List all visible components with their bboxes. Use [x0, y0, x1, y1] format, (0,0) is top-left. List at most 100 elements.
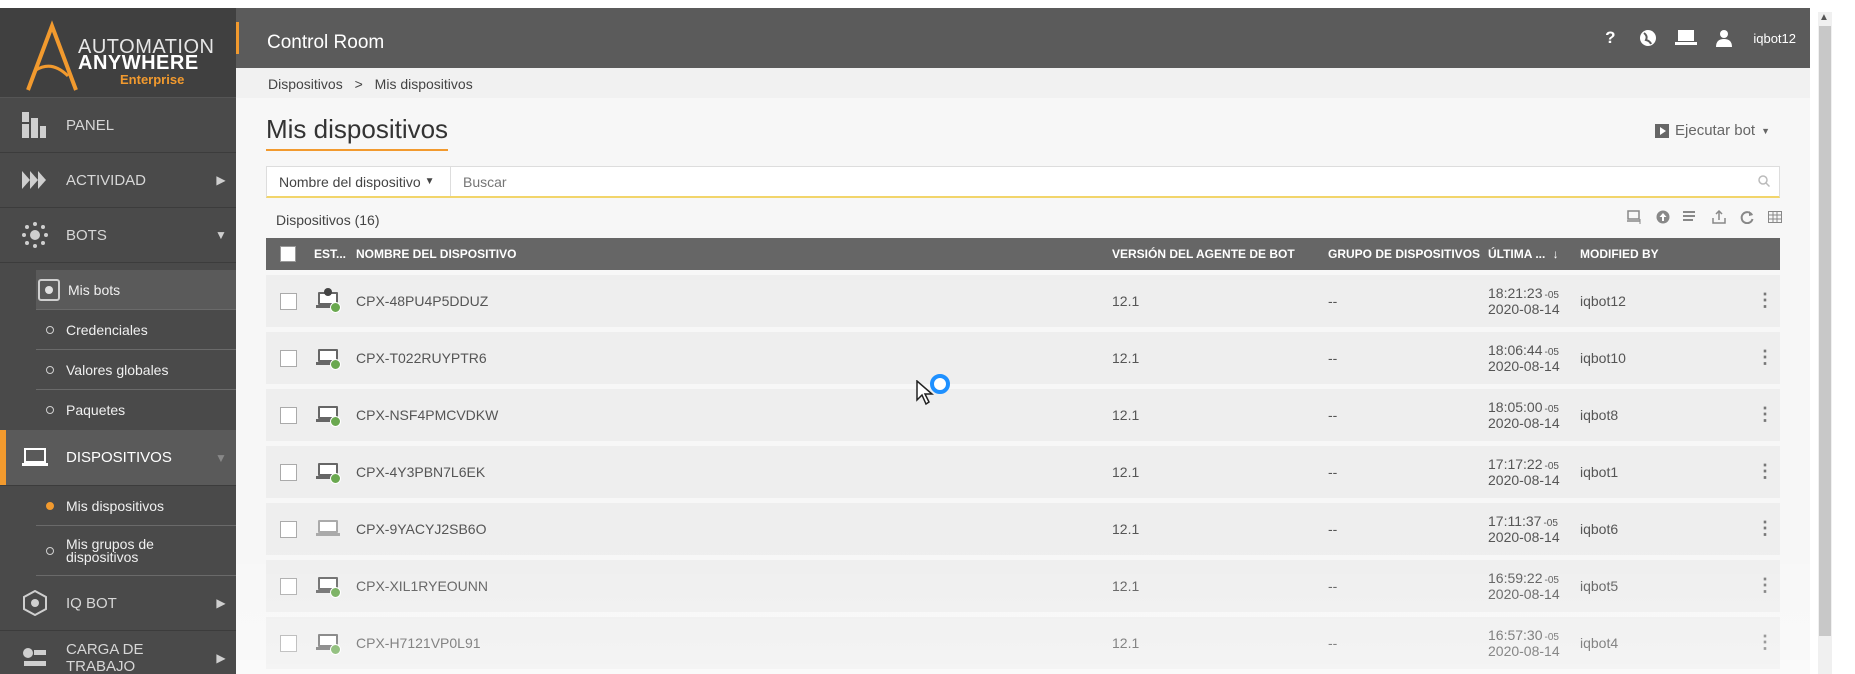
- upload-circle-icon[interactable]: [1654, 208, 1672, 226]
- export-icon[interactable]: [1710, 208, 1728, 226]
- last-date: 2020-08-14: [1488, 643, 1560, 659]
- row-checkbox[interactable]: [279, 634, 297, 652]
- scrollbar-thumb[interactable]: [1819, 26, 1831, 636]
- chevron-right-icon: ▶: [216, 596, 226, 610]
- col-modified-by[interactable]: MODIFIED BY: [1576, 247, 1746, 261]
- col-group[interactable]: GRUPO DE DISPOSITIVOS: [1324, 247, 1484, 261]
- select-all-checkbox[interactable]: [280, 246, 296, 262]
- bullet-icon: [46, 365, 54, 374]
- row-select-cell: [266, 634, 310, 652]
- sidebar-item-dispositivos[interactable]: DISPOSITIVOS ▼: [0, 430, 236, 486]
- last-time: 16:59:22: [1488, 570, 1543, 586]
- sidebar-item-label: PANEL: [66, 116, 115, 134]
- last-updated: 17:17:22 -05 2020-08-14: [1484, 456, 1576, 488]
- sidebar-sub-mis-grupos[interactable]: Mis grupos de dispositivos: [36, 526, 236, 576]
- kebab-menu-icon[interactable]: ⋮: [1756, 461, 1774, 481]
- status-cell: [310, 573, 352, 599]
- last-date: 2020-08-14: [1488, 586, 1560, 602]
- status-cell: [310, 459, 352, 485]
- table-row[interactable]: CPX-48PU4P5DDUZ 12.1 -- 18:21:23 -05 2020-08-…: [266, 275, 1780, 327]
- device-group: --: [1328, 350, 1338, 366]
- last-date: 2020-08-14: [1488, 529, 1560, 545]
- sidebar-sub-label: Paquetes: [66, 402, 126, 418]
- sidebar-sub-credenciales[interactable]: Credenciales: [36, 310, 236, 350]
- globe-icon[interactable]: [1637, 28, 1659, 48]
- table-row[interactable]: CPX-T022RUYPTR6 12.1 -- 18:06:44 -05 2020-08-…: [266, 332, 1780, 384]
- chevron-right-icon: ▶: [216, 651, 226, 665]
- row-select-cell: [266, 349, 310, 367]
- device-name[interactable]: CPX-9YACYJ2SB6O: [352, 521, 1108, 537]
- kebab-menu-icon[interactable]: ⋮: [1756, 347, 1774, 367]
- last-date: 2020-08-14: [1488, 301, 1560, 317]
- add-device-icon[interactable]: [1626, 208, 1644, 226]
- username[interactable]: iqbot12: [1753, 31, 1796, 46]
- kebab-menu-icon[interactable]: ⋮: [1756, 404, 1774, 424]
- sidebar-item-actividad[interactable]: ACTIVIDAD ▶: [0, 153, 236, 208]
- row-checkbox[interactable]: [279, 520, 297, 538]
- devices-icon: [22, 442, 62, 474]
- row-select-cell: [266, 520, 310, 538]
- table-row[interactable]: CPX-XIL1RYEOUNN 12.1 -- 16:59:22 -05 2020-08-…: [266, 560, 1780, 612]
- sidebar-item-bots[interactable]: BOTS ▼: [0, 208, 236, 263]
- breadcrumb-parent[interactable]: Dispositivos: [268, 76, 343, 92]
- device-name[interactable]: CPX-48PU4P5DDUZ: [352, 293, 1108, 309]
- table-row[interactable]: CPX-9YACYJ2SB6O 12.1 -- 17:11:37 -05 2020-08-…: [266, 503, 1780, 555]
- device-name[interactable]: CPX-NSF4PMCVDKW: [352, 407, 1108, 423]
- row-checkbox[interactable]: [279, 406, 297, 424]
- kebab-menu-icon[interactable]: ⋮: [1756, 518, 1774, 538]
- device-name[interactable]: CPX-XIL1RYEOUNN: [352, 578, 1108, 594]
- last-time: 18:05:00: [1488, 399, 1543, 415]
- caret-down-icon: ▼: [1761, 125, 1770, 136]
- sidebar-sub-mis-dispositivos[interactable]: Mis dispositivos: [36, 486, 236, 526]
- refresh-icon[interactable]: [1738, 208, 1756, 226]
- page-title: Mis dispositivos: [266, 114, 449, 151]
- modified-by: iqbot5: [1580, 578, 1619, 594]
- kebab-menu-icon[interactable]: ⋮: [1756, 632, 1774, 652]
- row-checkbox[interactable]: [279, 349, 297, 367]
- kebab-menu-icon[interactable]: ⋮: [1756, 290, 1774, 310]
- scroll-up-arrow-icon[interactable]: ▲: [1819, 12, 1829, 23]
- main-content: Mis dispositivos Ejecutar bot ▼ Nombre d…: [236, 98, 1810, 674]
- sidebar-item-label: CARGA DE TRABAJO: [66, 641, 144, 674]
- modified-by: iqbot1: [1580, 464, 1619, 480]
- search-icon[interactable]: [1749, 174, 1779, 190]
- sidebar: AUTOMATION ANYWHERE Enterprise PANEL ACT…: [0, 8, 236, 674]
- row-checkbox[interactable]: [279, 292, 297, 310]
- sidebar-sub-valores-globales[interactable]: Valores globales: [36, 350, 236, 390]
- caret-down-icon: ▼: [424, 176, 435, 187]
- col-status[interactable]: EST...: [310, 247, 352, 261]
- last-date: 2020-08-14: [1488, 415, 1560, 431]
- brand-logo[interactable]: AUTOMATION ANYWHERE Enterprise: [0, 8, 236, 98]
- col-version[interactable]: VERSIÓN DEL AGENTE DE BOT: [1108, 247, 1324, 261]
- sidebar-item-panel[interactable]: PANEL: [0, 98, 236, 153]
- col-last[interactable]: ÚLTIMA ... ↓: [1484, 247, 1576, 261]
- col-name[interactable]: NOMBRE DEL DISPOSITIVO: [352, 247, 1108, 261]
- device-name[interactable]: CPX-H7121VP0L91: [352, 635, 1108, 651]
- device-icon[interactable]: [1675, 28, 1698, 48]
- row-checkbox[interactable]: [279, 463, 297, 481]
- sidebar-item-iq-bot[interactable]: IQ BOT ▶: [0, 576, 236, 631]
- help-icon[interactable]: ?: [1599, 28, 1621, 48]
- device-status-icon: [316, 459, 342, 485]
- search-input[interactable]: [451, 173, 1749, 190]
- row-checkbox[interactable]: [279, 577, 297, 595]
- device-name[interactable]: CPX-4Y3PBN7L6EK: [352, 464, 1108, 480]
- kebab-menu-icon[interactable]: ⋮: [1756, 575, 1774, 595]
- device-status-icon: [316, 288, 342, 314]
- filter-field-select[interactable]: Nombre del dispositivo ▼: [267, 167, 451, 196]
- device-name[interactable]: CPX-T022RUYPTR6: [352, 350, 1108, 366]
- last-tz: -05: [1544, 632, 1559, 643]
- device-status-icon: [316, 402, 342, 428]
- table-row[interactable]: CPX-NSF4PMCVDKW 12.1 -- 18:05:00 -05 2020-08-…: [266, 389, 1780, 441]
- vertical-scrollbar[interactable]: ▲: [1810, 0, 1855, 674]
- run-bot-button[interactable]: Ejecutar bot ▼: [1655, 122, 1770, 139]
- columns-icon[interactable]: [1766, 208, 1784, 226]
- last-tz: -05: [1544, 461, 1559, 472]
- sidebar-sub-mis-bots[interactable]: Mis bots: [36, 270, 236, 310]
- sidebar-item-carga-de-trabajo[interactable]: CARGA DE TRABAJO ▶: [0, 631, 236, 674]
- user-icon[interactable]: [1713, 28, 1735, 48]
- table-row[interactable]: CPX-H7121VP0L91 12.1 -- 16:57:30 -05 2020-08-…: [266, 617, 1780, 669]
- sidebar-sub-paquetes[interactable]: Paquetes: [36, 390, 236, 430]
- table-row[interactable]: CPX-4Y3PBN7L6EK 12.1 -- 17:17:22 -05 2020-08-…: [266, 446, 1780, 498]
- list-add-icon[interactable]: [1682, 208, 1700, 226]
